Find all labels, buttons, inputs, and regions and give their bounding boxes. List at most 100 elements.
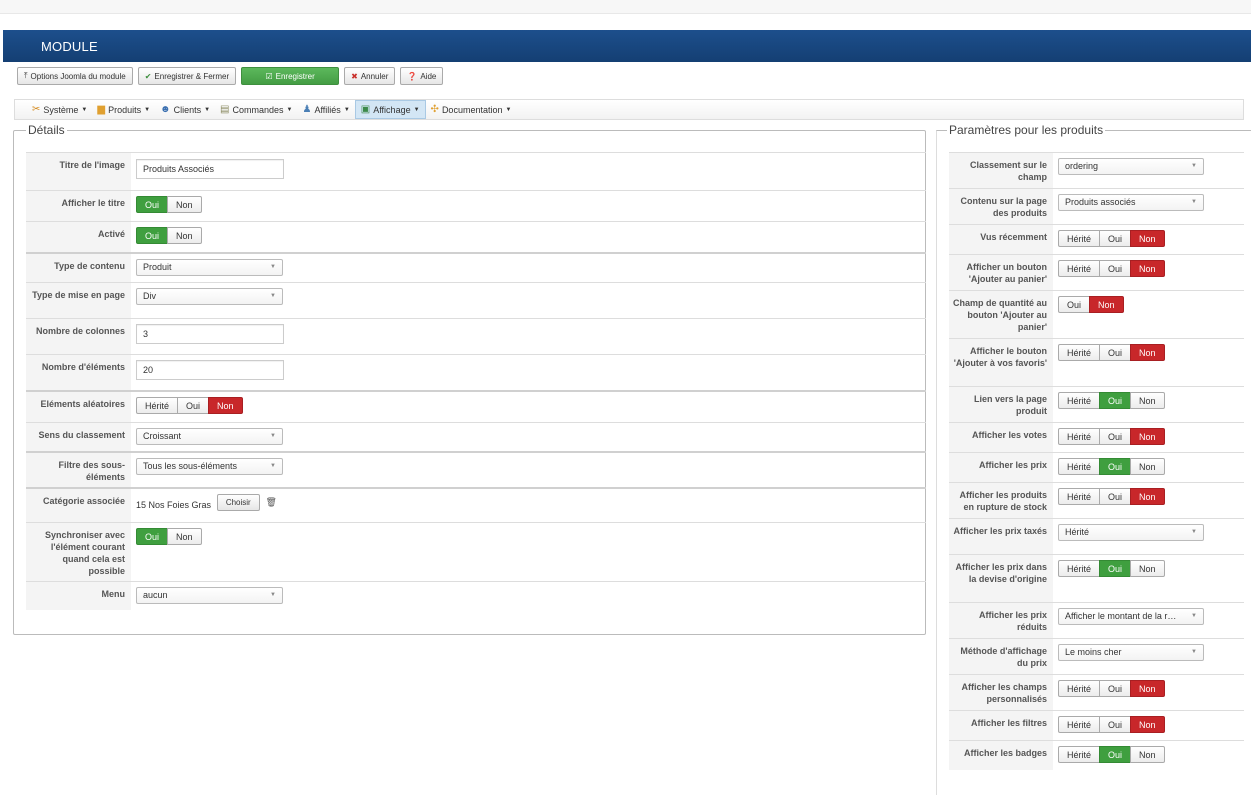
no-option[interactable]: Non [1089,296,1124,313]
inherit-option[interactable]: Hérité [1058,680,1101,697]
inherit-option[interactable]: Hérité [1058,716,1101,733]
param-select[interactable]: Produits associés ▼ [1058,194,1204,211]
row-menu: Menu aucun ▼ [26,581,926,610]
help-button[interactable]: ❓ Aide [400,67,444,85]
yes-option[interactable]: Oui [1099,716,1132,733]
no-option[interactable]: Non [1130,746,1165,763]
help-label: Aide [420,71,437,81]
no-option[interactable]: Non [167,528,202,545]
no-option[interactable]: Non [1130,716,1165,733]
no-option[interactable]: Non [1130,392,1165,409]
field-label: Filtre des sous-éléments [26,453,131,487]
no-option[interactable]: Non [1130,230,1165,247]
items-count-input[interactable] [136,360,284,380]
no-option[interactable]: Non [208,397,243,414]
inherit-option[interactable]: Hérité [1058,260,1101,277]
cancel-button[interactable]: ✖ Annuler [344,67,396,85]
param-toggle: Hérité Oui Non [1058,716,1165,733]
no-option[interactable]: Non [1130,458,1165,475]
select-value: Div [143,291,156,301]
inherit-option[interactable]: Hérité [136,397,179,414]
save-label: Enregistrer [275,71,315,81]
menu-select[interactable]: aucun ▼ [136,587,283,604]
param-select[interactable]: Afficher le montant de la r… ▼ [1058,608,1204,625]
param-toggle: Hérité Oui Non [1058,428,1165,445]
yes-option[interactable]: Oui [136,227,169,244]
select-arrow-icon: ▼ [1191,199,1197,205]
sub-filter-select[interactable]: Tous les sous-éléments ▼ [136,458,283,475]
field-label: Champ de quantité au bouton 'Ajouter au … [949,291,1053,338]
param-select[interactable]: Le moins cher ▼ [1058,644,1204,661]
inherit-option[interactable]: Hérité [1058,392,1101,409]
order-dir-select[interactable]: Croissant ▼ [136,428,283,445]
param-select[interactable]: ordering ▼ [1058,158,1204,175]
inherit-option[interactable]: Hérité [1058,230,1101,247]
image-title-input[interactable] [136,159,284,179]
no-option[interactable]: Non [167,196,202,213]
yes-option[interactable]: Oui [1099,488,1132,505]
yes-option[interactable]: Oui [1099,428,1132,445]
yes-option[interactable]: Oui [136,528,169,545]
inherit-option[interactable]: Hérité [1058,458,1101,475]
no-option[interactable]: Non [1130,488,1165,505]
no-option[interactable]: Non [1130,428,1165,445]
select-value: Afficher le montant de la r… [1065,611,1177,621]
no-option[interactable]: Non [167,227,202,244]
module-options-button[interactable]: ⤒ Options Joomla du module [17,67,133,85]
params-row: Champ de quantité au bouton 'Ajouter au … [949,290,1244,338]
layout-type-select[interactable]: Div ▼ [136,288,283,305]
yes-option[interactable]: Oui [1058,296,1091,313]
caret-down-icon: ▼ [81,106,88,113]
row-items-count: Nombre d'éléments [26,354,926,390]
no-option[interactable]: Non [1130,260,1165,277]
yes-option[interactable]: Oui [1099,458,1132,475]
upload-icon: ⤒ [24,71,28,80]
yes-option[interactable]: Oui [1099,344,1132,361]
menu-item-produits[interactable]: ▆ Produits ▼ [92,100,155,119]
menu-item-documentation[interactable]: ✣ Documentation ▼ [426,100,517,119]
yes-option[interactable]: Oui [1099,680,1132,697]
inherit-option[interactable]: Hérité [1058,488,1101,505]
menu-item-label: Affichage [373,104,411,115]
yes-option[interactable]: Oui [1099,392,1132,409]
param-select[interactable]: Hérité ▼ [1058,524,1204,541]
no-option[interactable]: Non [1130,680,1165,697]
caret-down-icon: ▼ [204,106,211,113]
yes-option[interactable]: Oui [1099,560,1132,577]
trash-icon[interactable]: 🗑 [266,497,277,508]
yes-option[interactable]: Oui [177,397,210,414]
save-close-button[interactable]: ✔ Enregistrer & Fermer [137,67,237,85]
param-toggle: Hérité Oui Non [1058,746,1165,763]
columns-input[interactable] [136,324,284,344]
save-button[interactable]: ☑ Enregistrer [241,67,340,85]
module-title: MODULE [41,39,98,54]
choose-category-button[interactable]: Choisir [216,494,260,511]
inherit-option[interactable]: Hérité [1058,560,1101,577]
yes-option[interactable]: Oui [1099,746,1132,763]
params-row: Afficher les votes Hérité Oui Non [949,422,1244,452]
inherit-option[interactable]: Hérité [1058,428,1101,445]
no-option[interactable]: Non [1130,344,1165,361]
category-value: 15 Nos Foies Gras [136,499,212,510]
inherit-option[interactable]: Hérité [1058,746,1101,763]
yes-option[interactable]: Oui [1099,260,1132,277]
menu-item-affilies[interactable]: ♟ Affiliés ▼ [297,100,354,119]
menu-item-clients[interactable]: ☻ Clients ▼ [155,100,215,119]
params-row: Afficher les prix taxés Hérité ▼ [949,518,1244,554]
menu-item-affichage[interactable]: ▣ Affichage ▼ [354,100,426,119]
select-value: Produit [143,262,172,272]
inherit-option[interactable]: Hérité [1058,344,1101,361]
field-label: Synchroniser avec l'élément courant quan… [26,523,131,581]
menu-item-commandes[interactable]: ▤ Commandes ▼ [215,100,297,119]
content-type-select[interactable]: Produit ▼ [136,259,283,276]
menu-item-systeme[interactable]: ✂ Système ▼ [27,100,92,119]
cart-icon: ▤ [220,104,230,115]
menu-item-label: Documentation [441,104,503,115]
yes-option[interactable]: Oui [136,196,169,213]
param-toggle: Hérité Oui Non [1058,560,1165,577]
toolbar: ⤒ Options Joomla du module ✔ Enregistrer… [17,67,444,87]
no-option[interactable]: Non [1130,560,1165,577]
caret-down-icon: ▼ [343,106,350,113]
yes-option[interactable]: Oui [1099,230,1132,247]
params-row: Vus récemment Hérité Oui Non [949,224,1244,254]
